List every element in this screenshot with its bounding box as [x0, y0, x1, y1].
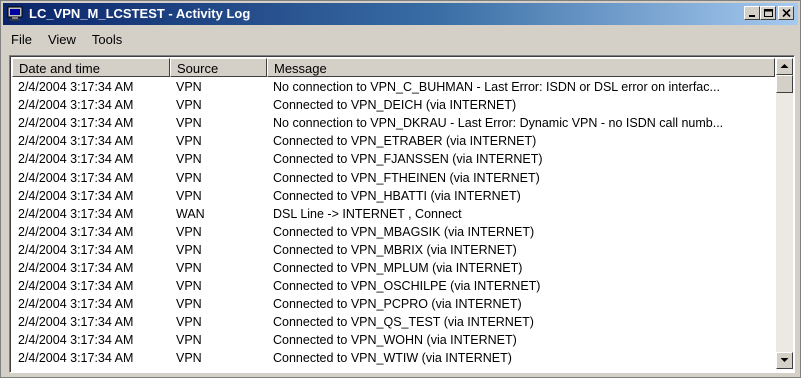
row-date: 2/4/2004 3:17:34 AM: [18, 206, 134, 221]
row-source: WAN: [176, 206, 205, 221]
row-source: VPN: [176, 260, 202, 275]
table-row[interactable]: 2/4/2004 3:17:34 AM VPN Connected to VPN_H…: [12, 187, 775, 205]
row-message: Connected to VPN_MPLUM (via INTERNET): [273, 260, 523, 275]
minimize-button[interactable]: [744, 6, 760, 20]
row-source: VPN: [176, 152, 202, 167]
row-source: VPN: [176, 134, 202, 149]
row-message: Connected to VPN_PCPRO (via INTERNET): [273, 297, 522, 312]
table-row[interactable]: 2/4/2004 3:17:34 AM VPN Connected to VPN_W…: [12, 331, 775, 349]
row-message: Connected to VPN_WTIW (via INTERNET): [273, 351, 512, 366]
table-row[interactable]: 2/4/2004 3:17:34 AM WAN DSL Line -> INTERN…: [12, 205, 775, 223]
row-source: VPN: [176, 116, 202, 131]
row-source: VPN: [176, 333, 202, 348]
window-controls: [744, 6, 794, 20]
arrow-up-icon: [780, 64, 789, 68]
row-date: 2/4/2004 3:17:34 AM: [18, 98, 134, 113]
activity-log-list[interactable]: Date and time Source Message 2/4/2004 3:…: [9, 55, 795, 373]
row-message: Connected to VPN_FJANSSEN (via INTERNET): [273, 152, 543, 167]
row-source: VPN: [176, 170, 202, 185]
scroll-down-button[interactable]: [776, 352, 793, 369]
row-source: VPN: [176, 242, 202, 257]
table-row[interactable]: 2/4/2004 3:17:34 AM VPN No connection to V…: [12, 78, 775, 96]
row-date: 2/4/2004 3:17:34 AM: [18, 351, 134, 366]
row-message: Connected to VPN_WOHN (via INTERNET): [273, 333, 517, 348]
row-date: 2/4/2004 3:17:34 AM: [18, 333, 134, 348]
table-row[interactable]: 2/4/2004 3:17:34 AM VPN Connected to VPN_F…: [12, 168, 775, 186]
list-rows: 2/4/2004 3:17:34 AM VPN No connection to V…: [12, 78, 775, 368]
row-source: VPN: [176, 224, 202, 239]
row-source: VPN: [176, 315, 202, 330]
row-message: DSL Line -> INTERNET , Connect: [273, 206, 462, 221]
table-row[interactable]: 2/4/2004 3:17:34 AM VPN No connection to V…: [12, 114, 775, 132]
vertical-scrollbar[interactable]: [776, 58, 793, 369]
close-icon: [782, 9, 791, 18]
table-row[interactable]: 2/4/2004 3:17:34 AM VPN Connected to VPN_D…: [12, 96, 775, 114]
row-date: 2/4/2004 3:17:34 AM: [18, 297, 134, 312]
row-date: 2/4/2004 3:17:34 AM: [18, 260, 134, 275]
menu-file[interactable]: File: [3, 29, 40, 49]
table-row[interactable]: 2/4/2004 3:17:34 AM VPN Connected to VPN_F…: [12, 150, 775, 168]
row-message: No connection to VPN_C_BUHMAN - Last Err…: [273, 80, 720, 95]
row-message: Connected to VPN_MBAGSIK (via INTERNET): [273, 224, 535, 239]
row-source: VPN: [176, 279, 202, 294]
list-header: Date and time Source Message: [12, 58, 775, 77]
row-source: VPN: [176, 297, 202, 312]
row-source: VPN: [176, 80, 202, 95]
row-date: 2/4/2004 3:17:34 AM: [18, 188, 134, 203]
row-message: Connected to VPN_HBATTI (via INTERNET): [273, 188, 521, 203]
title-bar[interactable]: LC_VPN_M_LCSTEST - Activity Log: [3, 3, 798, 25]
close-button[interactable]: [778, 6, 794, 20]
column-header-date[interactable]: Date and time: [12, 58, 170, 77]
menu-view[interactable]: View: [40, 29, 84, 49]
table-row[interactable]: 2/4/2004 3:17:34 AM VPN Connected to VPN_E…: [12, 132, 775, 150]
activity-log-window: LC_VPN_M_LCSTEST - Activity Log File Vie…: [0, 0, 801, 378]
row-date: 2/4/2004 3:17:34 AM: [18, 242, 134, 257]
row-source: VPN: [176, 351, 202, 366]
menu-tools[interactable]: Tools: [84, 29, 130, 49]
monitor-icon: [7, 6, 23, 21]
row-date: 2/4/2004 3:17:34 AM: [18, 315, 134, 330]
row-message: Connected to VPN_QS_TEST (via INTERNET): [273, 315, 534, 330]
row-date: 2/4/2004 3:17:34 AM: [18, 152, 134, 167]
row-message: No connection to VPN_DKRAU - Last Error:…: [273, 116, 724, 131]
row-message: Connected to VPN_OSCHILPE (via INTERNET): [273, 279, 541, 294]
table-row[interactable]: 2/4/2004 3:17:34 AM VPN Connected to VPN_M…: [12, 223, 775, 241]
table-row[interactable]: 2/4/2004 3:17:34 AM VPN Connected to VPN_Q…: [12, 313, 775, 331]
minimize-icon: [749, 15, 755, 17]
row-source: VPN: [176, 98, 202, 113]
row-message: Connected to VPN_ETRABER (via INTERNET): [273, 134, 537, 149]
table-row[interactable]: 2/4/2004 3:17:34 AM VPN Connected to VPN_W…: [12, 349, 775, 367]
row-source: VPN: [176, 188, 202, 203]
table-row[interactable]: 2/4/2004 3:17:34 AM VPN Connected to VPN_O…: [12, 277, 775, 295]
menu-bar: File View Tools: [3, 29, 130, 49]
column-header-source[interactable]: Source: [170, 58, 267, 77]
row-message: Connected to VPN_FTHEINEN (via INTERNET): [273, 170, 540, 185]
row-date: 2/4/2004 3:17:34 AM: [18, 170, 134, 185]
scroll-up-button[interactable]: [776, 58, 793, 75]
row-date: 2/4/2004 3:17:34 AM: [18, 134, 134, 149]
row-date: 2/4/2004 3:17:34 AM: [18, 224, 134, 239]
row-date: 2/4/2004 3:17:34 AM: [18, 116, 134, 131]
table-row[interactable]: 2/4/2004 3:17:34 AM VPN Connected to VPN_M…: [12, 259, 775, 277]
window-title: LC_VPN_M_LCSTEST - Activity Log: [29, 6, 251, 21]
maximize-icon: [764, 9, 773, 17]
table-row[interactable]: 2/4/2004 3:17:34 AM VPN Connected to VPN_M…: [12, 241, 775, 259]
scroll-thumb[interactable]: [776, 75, 793, 93]
row-date: 2/4/2004 3:17:34 AM: [18, 80, 134, 95]
column-header-message[interactable]: Message: [267, 58, 775, 77]
table-row[interactable]: 2/4/2004 3:17:34 AM VPN Connected to VPN_P…: [12, 295, 775, 313]
row-date: 2/4/2004 3:17:34 AM: [18, 279, 134, 294]
row-message: Connected to VPN_DEICH (via INTERNET): [273, 98, 517, 113]
arrow-down-icon: [780, 358, 789, 362]
maximize-button[interactable]: [760, 6, 776, 20]
row-message: Connected to VPN_MBRIX (via INTERNET): [273, 242, 517, 257]
